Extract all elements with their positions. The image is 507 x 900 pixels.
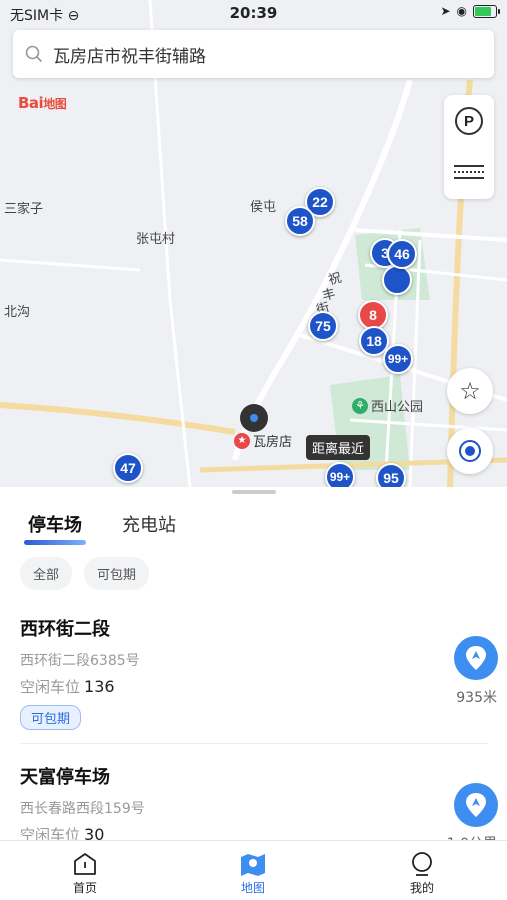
search-bar[interactable]: 瓦房店市祝丰街辅路: [13, 30, 494, 78]
filter-all[interactable]: 全部: [20, 557, 73, 590]
lot-name: 西环街二段: [20, 619, 110, 640]
map-tools: P: [444, 95, 494, 199]
tabbar-profile[interactable]: 我的: [382, 849, 462, 896]
search-query: 瓦房店市祝丰街辅路: [53, 46, 206, 67]
locate-button[interactable]: [447, 428, 493, 474]
panel-tabs: 停车场 充电站: [24, 511, 176, 545]
status-bar: 无SIM卡 ⊖ 20:39 ➤ ◉: [0, 0, 507, 28]
park-icon: ⚘: [352, 397, 368, 414]
current-location-marker: [240, 404, 268, 432]
nearest-tooltip: 距离最近: [306, 435, 371, 460]
navigate-button[interactable]: [454, 783, 498, 827]
navigate-pin-icon: [466, 646, 486, 670]
parking-pin[interactable]: 58: [285, 206, 315, 236]
lot-distance: 935米: [456, 690, 497, 706]
tabbar-label: 我的: [409, 881, 434, 895]
filter-monthly[interactable]: 可包期: [84, 557, 150, 590]
city-star-icon: ★: [234, 432, 250, 449]
baidu-map-logo: Bai地图: [18, 94, 67, 112]
parking-pin[interactable]: 46: [387, 239, 417, 269]
list-item[interactable]: 西环街二段 西环街二段6385号 空闲车位 136 可包期: [20, 615, 488, 730]
clock: 20:39: [229, 4, 278, 22]
results-panel: 停车场 充电站 全部 可包期 西环街二段 西环街二段6385号 空闲车位 136 …: [0, 487, 507, 852]
city-label: ★ 瓦房店: [234, 431, 292, 450]
free-spots: 空闲车位 136: [20, 677, 115, 696]
monthly-tag: 可包期: [20, 705, 82, 730]
parking-pin[interactable]: 75: [308, 311, 338, 341]
map-label: 三家子: [4, 202, 44, 217]
battery-icon: [473, 4, 500, 18]
orientation-lock-icon: ◉: [456, 4, 467, 18]
navigate-button[interactable]: [454, 636, 498, 680]
search-icon: [25, 45, 43, 63]
map-label: 张屯村: [136, 232, 176, 247]
parking-pin[interactable]: 99+: [325, 462, 355, 488]
list-item[interactable]: 天富停车场 西长春路西段159号 空闲车位 30: [20, 763, 488, 845]
park-label: ⚘ 西山公园: [352, 396, 423, 415]
map-view[interactable]: Bai地图 三家子 侯屯 张屯村 北沟 祝 丰 街 ⚘ 西山公园 22 58 3…: [0, 0, 507, 488]
parking-pin-cluster[interactable]: [382, 265, 412, 295]
tabbar-label: 首页: [72, 881, 97, 895]
tab-parking[interactable]: 停车场: [24, 511, 86, 545]
tabbar-home[interactable]: 首页: [45, 849, 125, 896]
filter-chips: 全部 可包期: [20, 557, 150, 590]
tabbar-map[interactable]: 地图: [213, 849, 293, 896]
parking-pin[interactable]: 99+: [383, 344, 413, 374]
bottom-tab-bar: 首页 地图 我的: [0, 840, 507, 900]
profile-icon: [412, 852, 432, 876]
parking-pin[interactable]: 95: [376, 463, 406, 488]
lot-name: 天富停车场: [20, 767, 110, 788]
locate-icon: [459, 440, 481, 462]
tab-charging[interactable]: 充电站: [122, 511, 176, 545]
lot-address: 西长春路西段159号: [20, 801, 145, 817]
lot-address: 西环街二段6385号: [20, 653, 140, 669]
map-icon: [241, 854, 265, 876]
home-icon: [74, 853, 96, 875]
navigate-pin-icon: [466, 793, 486, 817]
favorite-button[interactable]: ☆: [447, 368, 493, 414]
location-arrow-icon: ➤: [440, 4, 451, 18]
drag-handle[interactable]: [232, 490, 276, 494]
divider: [20, 743, 488, 744]
parking-pin[interactable]: 47: [113, 453, 143, 483]
star-icon: ☆: [459, 377, 481, 405]
map-label: 侯屯: [250, 200, 277, 215]
tabbar-label: 地图: [240, 881, 265, 895]
map-label: 北沟: [4, 305, 31, 320]
parking-layer-icon[interactable]: P: [455, 107, 483, 135]
road-condition-icon[interactable]: [454, 165, 484, 179]
